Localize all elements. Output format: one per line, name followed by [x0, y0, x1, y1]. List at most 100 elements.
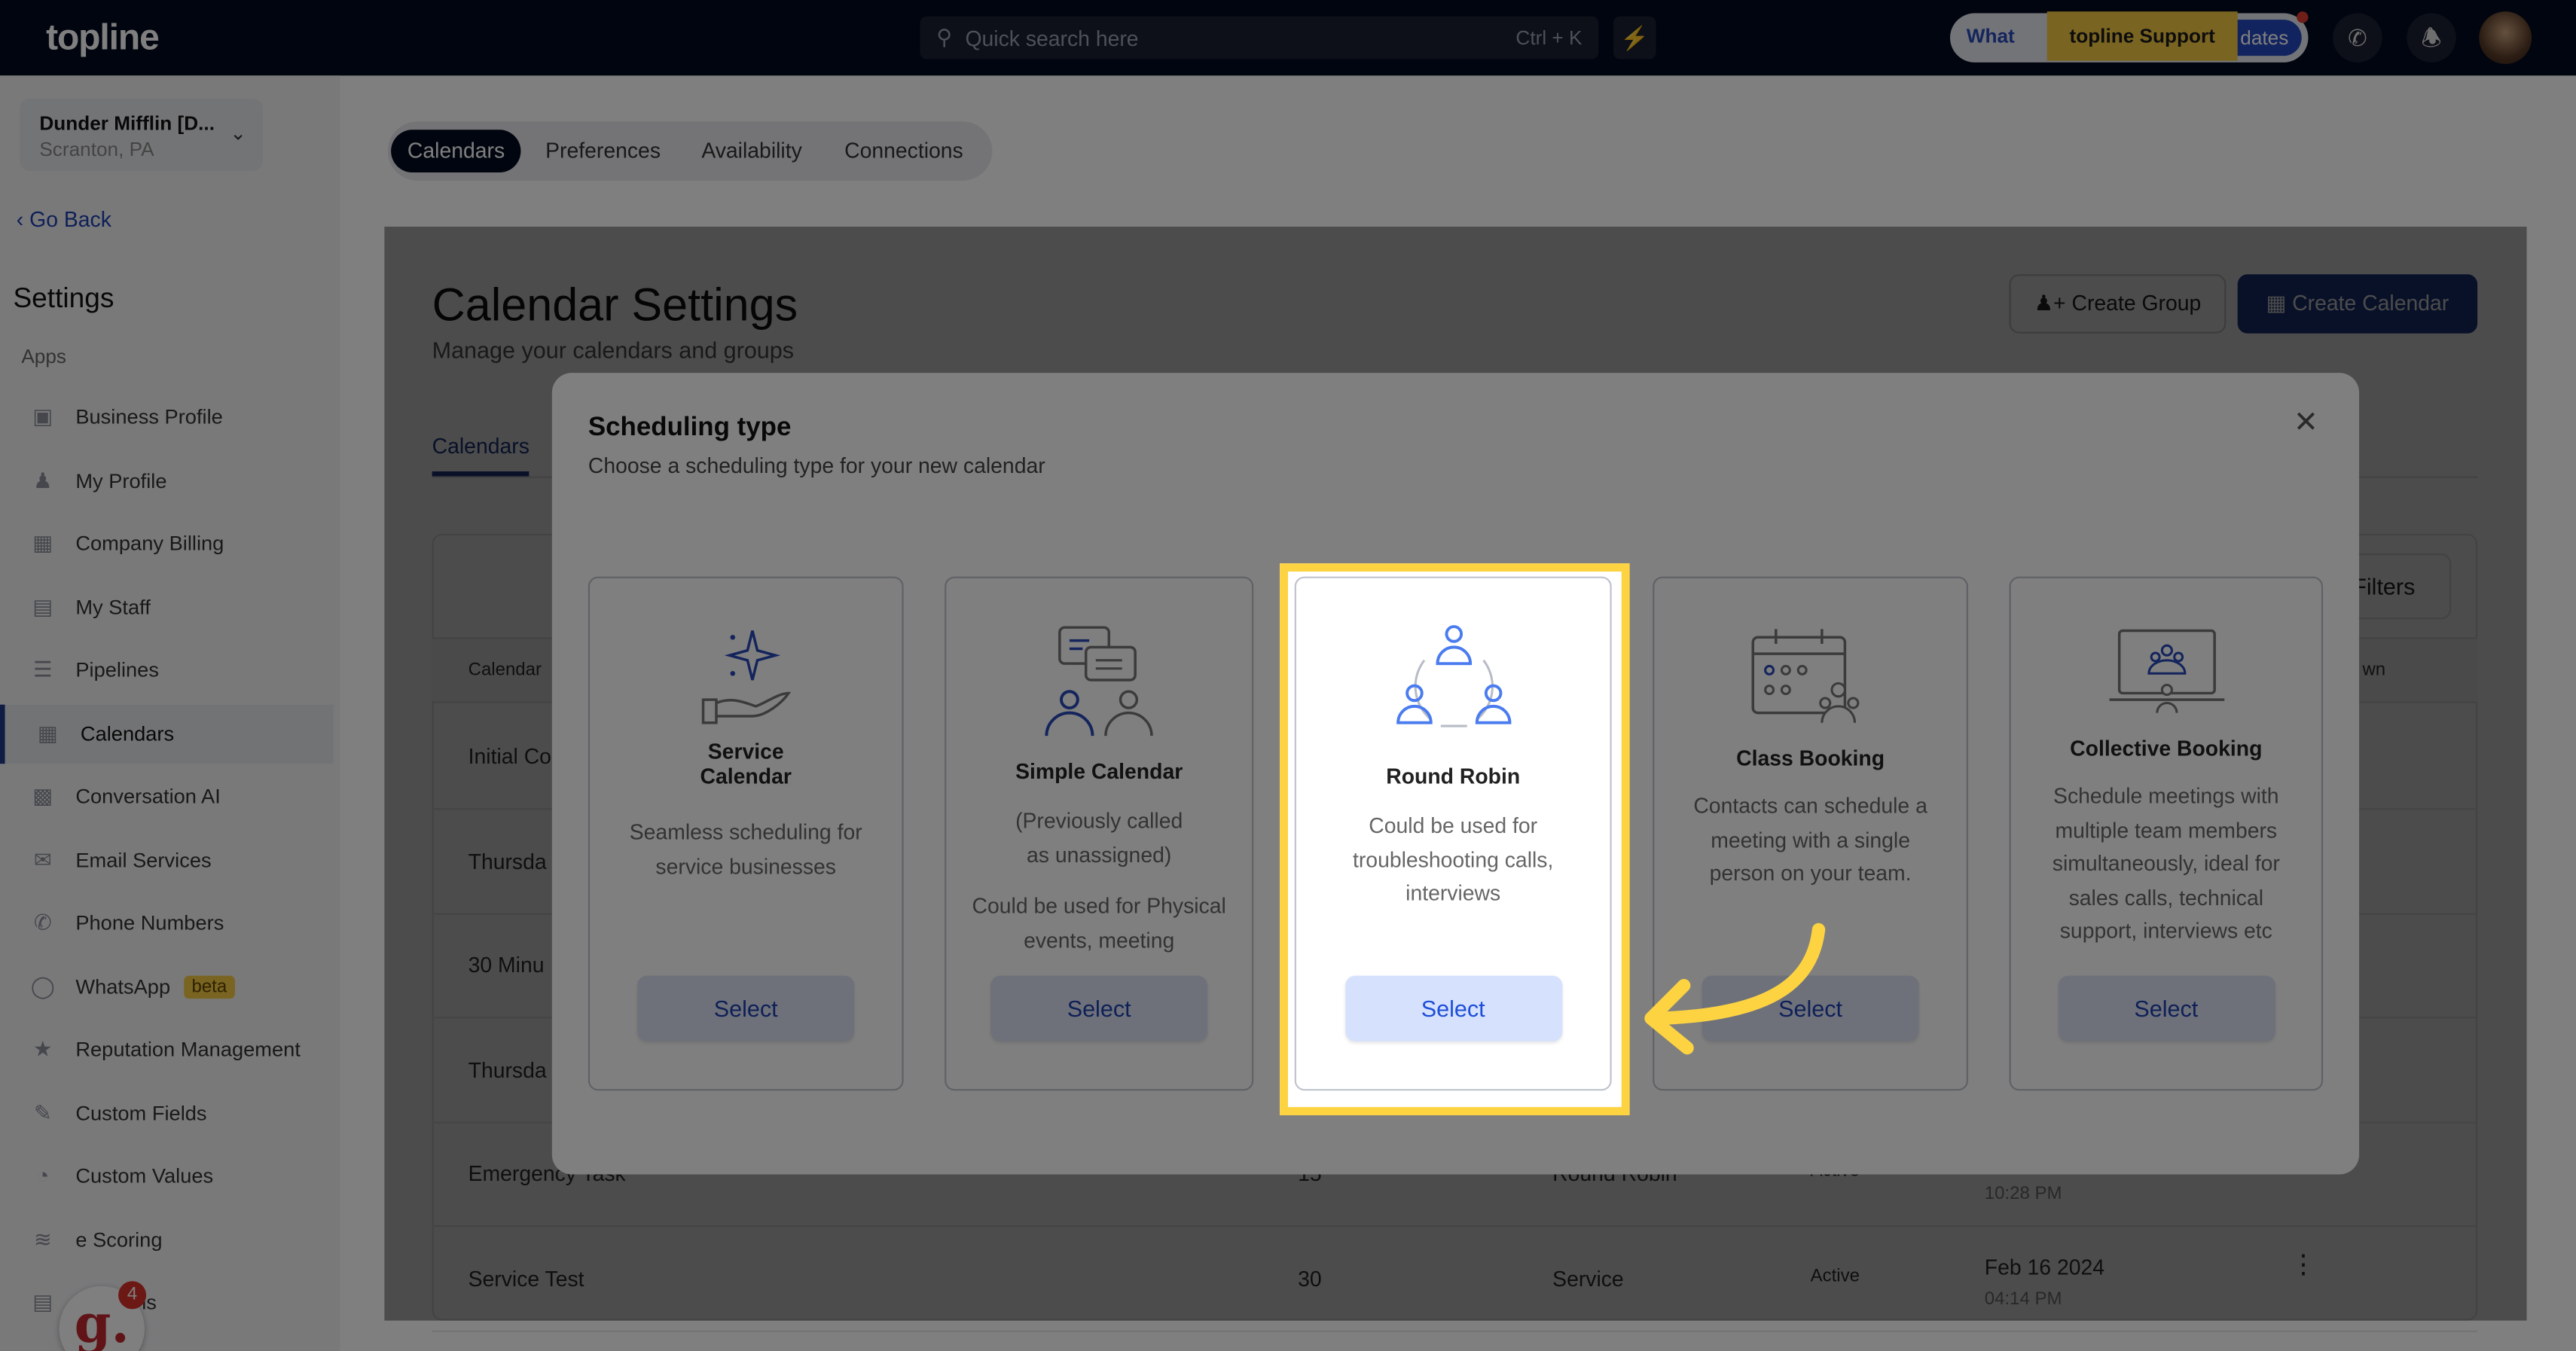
sidebar-item-conversation-ai[interactable]: ▩ Conversation AI: [0, 767, 334, 827]
support-tooltip: topline Support: [2046, 11, 2238, 61]
sidebar-item-whatsapp[interactable]: ◯ WhatsApp beta: [0, 957, 334, 1017]
settings-heading: Settings: [13, 282, 114, 314]
people-chat-icon: [1045, 626, 1153, 736]
round-robin-icon: [1396, 625, 1511, 727]
grid-icon: ▦: [32, 530, 53, 556]
search-shortcut: Ctrl + K: [1515, 26, 1583, 50]
card-description: Seamless scheduling for service business…: [629, 819, 862, 878]
sidebar-item-label: Custom Values: [75, 1164, 214, 1188]
highlight-backdrop: Round Robin Could be used for troublesho…: [1280, 563, 1630, 1115]
notification-dot: [2297, 11, 2309, 23]
select-button[interactable]: Select: [637, 975, 855, 1041]
card-simple-calendar[interactable]: Simple Calendar (Previously called as un…: [945, 576, 1254, 1091]
sidebar-item-label: Calendars: [80, 721, 175, 746]
bell-icon[interactable]: 🕭: [2407, 13, 2456, 63]
pie-icon: ◔: [36, 1163, 50, 1188]
card-title: Collective Booking: [2070, 736, 2263, 761]
select-button[interactable]: Select: [2057, 975, 2275, 1041]
card-title: Round Robin: [1386, 764, 1521, 788]
lightning-icon[interactable]: ⚡: [1613, 16, 1656, 59]
card-description-secondary: Could be used for Physical events, meeti…: [972, 893, 1226, 952]
logo: topline: [46, 16, 160, 58]
account-switcher[interactable]: Dunder Mifflin [D... Scranton, PA ⌄: [20, 98, 263, 171]
sidebar-item-label: Reputation Management: [75, 1038, 301, 1062]
calendar-icon: ▦: [37, 720, 58, 746]
chart-icon: ≋: [33, 1226, 52, 1251]
account-location: Scranton, PA: [39, 138, 154, 161]
collective-screen-icon: [2108, 629, 2224, 713]
whatsapp-icon: ◯: [30, 973, 55, 999]
sidebar-item-label: My Profile: [75, 468, 167, 493]
avatar[interactable]: [2479, 11, 2532, 65]
sidebar-item-company-billing[interactable]: ▦ Company Billing: [0, 514, 334, 574]
widget-count: 4: [118, 1281, 147, 1310]
top-bar: topline ⚲ Quick search here Ctrl + K ⚡ W…: [0, 0, 2576, 76]
close-icon[interactable]: ✕: [2294, 406, 2318, 441]
domain-icon: ▤: [32, 1289, 53, 1314]
sidebar-item-pipelines[interactable]: ☰ Pipelines: [0, 641, 334, 700]
sidebar-item-label: Email Services: [75, 848, 212, 872]
person-icon: ♟: [32, 467, 53, 493]
go-back-link[interactable]: ‹ Go Back: [17, 207, 111, 232]
chat-icon: ▩: [32, 783, 53, 809]
modal-title: Scheduling type: [588, 413, 792, 442]
tab-availability[interactable]: Availability: [685, 130, 819, 172]
go-back-label: Go Back: [29, 206, 111, 232]
card-service-calendar[interactable]: Service Calendar Seamless scheduling for…: [588, 576, 904, 1091]
tab-connections[interactable]: Connections: [828, 130, 979, 172]
card-title: Service Calendar: [700, 739, 792, 788]
sidebar-item-phone-numbers[interactable]: ✆ Phone Numbers: [0, 894, 334, 953]
filter-icon: ☰: [32, 657, 53, 682]
card-description: Contacts can schedule a meeting with a s…: [1693, 793, 1927, 886]
mail-icon: ✉: [33, 846, 52, 872]
modal-subtitle: Choose a scheduling type for your new ca…: [588, 453, 1045, 478]
chevron-down-icon: ⌄: [230, 121, 247, 145]
sidebar-item-my-staff[interactable]: ▤ My Staff: [0, 578, 334, 637]
sidebar-item-label: Custom Fields: [75, 1101, 207, 1124]
edit-icon: ✎: [33, 1099, 52, 1124]
staff-icon: ▤: [32, 593, 53, 619]
card-description: Could be used for troubleshooting calls,…: [1352, 813, 1554, 905]
beta-badge: beta: [183, 974, 236, 999]
sidebar-item-e-scoring[interactable]: ≋ e Scoring: [0, 1209, 334, 1269]
settings-tabs: Calendars Preferences Availability Conne…: [387, 121, 993, 181]
sidebar-item-label: Phone Numbers: [75, 911, 224, 935]
search-input[interactable]: ⚲ Quick search here Ctrl + K: [920, 16, 1599, 59]
sidebar-item-label: My Staff: [75, 595, 151, 619]
sidebar-item-custom-fields[interactable]: ✎ Custom Fields: [0, 1083, 334, 1142]
sidebar-item-business-profile[interactable]: ▣ Business Profile: [0, 388, 334, 447]
sidebar-item-email-services[interactable]: ✉ Email Services: [0, 831, 334, 890]
card-description: Schedule meetings with multiple team mem…: [2052, 783, 2280, 943]
sidebar-item-custom-values[interactable]: ◔ Custom Values: [0, 1146, 334, 1206]
select-button[interactable]: Select: [1344, 975, 1562, 1041]
sparkle-hand-icon: [701, 630, 792, 724]
card-round-robin[interactable]: Round Robin Could be used for troublesho…: [1294, 576, 1612, 1091]
class-calendar-icon: [1751, 629, 1860, 723]
card-title: Simple Calendar: [1015, 758, 1183, 784]
search-icon: ⚲: [936, 24, 953, 50]
sidebar-item-calendars[interactable]: ▦ Calendars: [0, 703, 334, 764]
tab-calendars[interactable]: Calendars: [391, 130, 521, 173]
phone-icon[interactable]: ✆: [2333, 13, 2382, 63]
card-description: (Previously called as unassigned): [1015, 808, 1183, 867]
card-collective-booking[interactable]: Collective Booking Schedule meetings wit…: [2009, 576, 2324, 1091]
briefcase-icon: ▣: [32, 404, 53, 429]
star-icon: ★: [32, 1036, 53, 1062]
sidebar: Dunder Mifflin [D... Scranton, PA ⌄ ‹ Go…: [0, 75, 340, 1351]
sidebar-item-reputation-management[interactable]: ★ Reputation Management: [0, 1020, 334, 1079]
tab-preferences[interactable]: Preferences: [529, 130, 677, 172]
select-button[interactable]: Select: [990, 975, 1208, 1041]
sidebar-item-label: e Scoring: [75, 1227, 163, 1251]
whats-new-label: What: [1966, 24, 2015, 48]
phone-icon: ✆: [33, 910, 52, 935]
sidebar-item-label: Pipelines: [75, 658, 159, 682]
sidebar-item-label: Business Profile: [75, 405, 223, 429]
apps-section-label: Apps: [21, 345, 67, 368]
sidebar-item-my-profile[interactable]: ♟ My Profile: [0, 451, 334, 511]
sidebar-item-domains[interactable]: ▤Domains: [0, 1273, 334, 1332]
sidebar-item-label: WhatsApp: [75, 974, 171, 999]
sidebar-item-label: Conversation AI: [75, 785, 221, 809]
account-name: Dunder Mifflin [D...: [39, 111, 215, 135]
arrow-annotation-icon: [1644, 923, 1826, 1055]
card-title: Class Booking: [1736, 746, 1885, 770]
